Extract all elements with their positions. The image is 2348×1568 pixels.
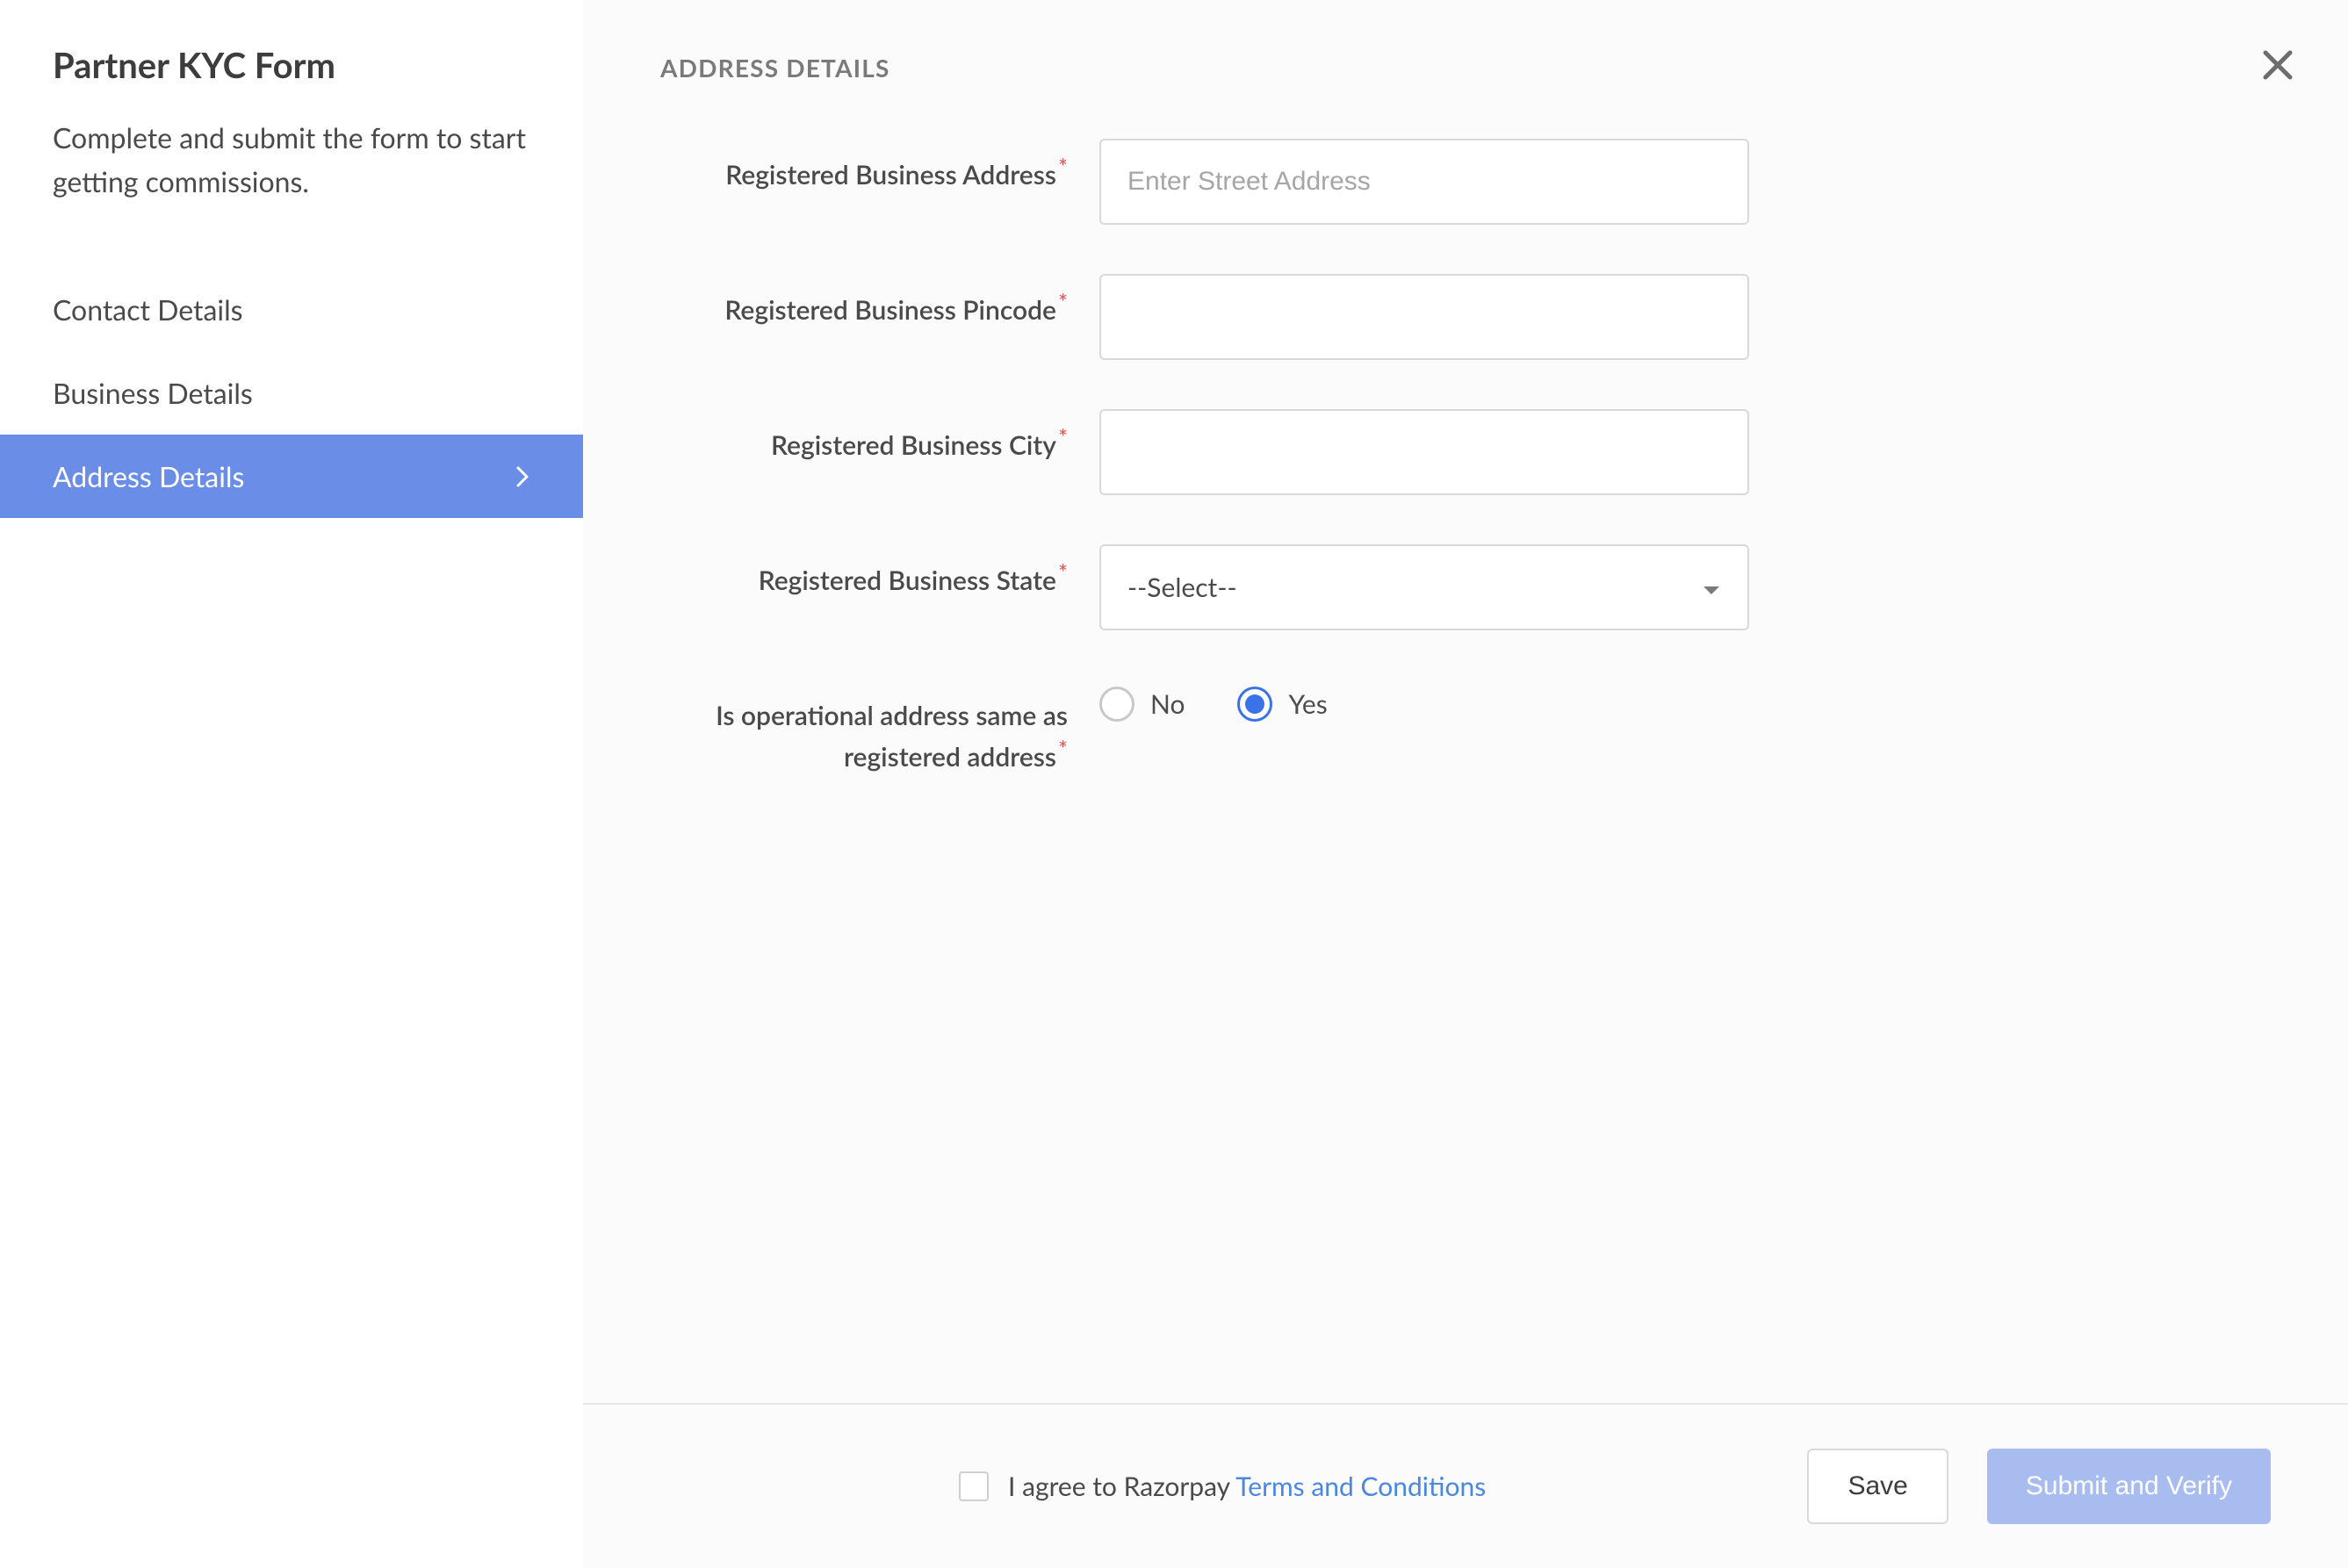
close-icon bbox=[2260, 47, 2295, 83]
sidebar-header: Partner KYC Form Complete and submit the… bbox=[0, 44, 583, 248]
field-control-wrap bbox=[1099, 274, 1749, 360]
field-label: Is operational address same as registere… bbox=[716, 700, 1068, 773]
field-label-wrap: Registered Business Address* bbox=[660, 139, 1099, 196]
sidebar-item-address-details[interactable]: Address Details bbox=[0, 435, 583, 518]
city-input[interactable] bbox=[1099, 409, 1749, 495]
section-title: ADDRESS DETAILS bbox=[660, 53, 890, 83]
page-subtitle: Complete and submit the form to start ge… bbox=[53, 116, 527, 203]
sidebar-item-business-details[interactable]: Business Details bbox=[0, 351, 583, 435]
agree-text: I agree to Razorpay Terms and Conditions bbox=[1008, 1471, 1486, 1502]
field-label-wrap: Is operational address same as registere… bbox=[660, 680, 1099, 777]
radio-icon bbox=[1099, 687, 1134, 722]
field-control-wrap bbox=[1099, 409, 1749, 495]
radio-dot-icon bbox=[1245, 694, 1264, 714]
footer-bar: I agree to Razorpay Terms and Conditions… bbox=[583, 1403, 2348, 1568]
sidebar: Partner KYC Form Complete and submit the… bbox=[0, 0, 583, 1568]
field-control-wrap: --Select-- bbox=[1099, 544, 1749, 630]
required-asterisk: * bbox=[1058, 423, 1068, 451]
field-row-address: Registered Business Address* bbox=[660, 139, 2271, 225]
save-button[interactable]: Save bbox=[1807, 1449, 1948, 1524]
radio-group-same-address: No Yes bbox=[1099, 680, 1749, 722]
field-label: Registered Business Pincode bbox=[724, 294, 1056, 326]
state-select[interactable]: --Select-- bbox=[1099, 544, 1749, 630]
field-row-city: Registered Business City* bbox=[660, 409, 2271, 495]
chevron-down-icon bbox=[1702, 572, 1721, 603]
required-asterisk: * bbox=[1058, 558, 1068, 586]
sidebar-item-label: Business Details bbox=[53, 376, 253, 410]
field-control-wrap bbox=[1099, 139, 1749, 225]
address-input[interactable] bbox=[1099, 139, 1749, 225]
required-asterisk: * bbox=[1058, 153, 1068, 181]
field-label: Registered Business Address bbox=[725, 159, 1056, 191]
field-row-same-address: Is operational address same as registere… bbox=[660, 680, 2271, 777]
radio-icon bbox=[1237, 687, 1272, 722]
form-area: Registered Business Address* Registered … bbox=[583, 86, 2348, 1403]
sidebar-item-label: Contact Details bbox=[53, 292, 243, 327]
field-row-state: Registered Business State* --Select-- bbox=[660, 544, 2271, 630]
chevron-right-icon bbox=[515, 469, 530, 485]
pincode-input[interactable] bbox=[1099, 274, 1749, 360]
required-asterisk: * bbox=[1058, 288, 1068, 316]
select-value: --Select-- bbox=[1127, 572, 1237, 603]
radio-label: Yes bbox=[1288, 688, 1327, 720]
main-header: ADDRESS DETAILS bbox=[583, 0, 2348, 86]
main-panel: ADDRESS DETAILS Registered Business Addr… bbox=[583, 0, 2348, 1568]
app-root: Partner KYC Form Complete and submit the… bbox=[0, 0, 2348, 1568]
submit-verify-button[interactable]: Submit and Verify bbox=[1987, 1449, 2271, 1524]
required-asterisk: * bbox=[1058, 735, 1068, 763]
page-title: Partner KYC Form bbox=[53, 44, 530, 86]
field-control-wrap: No Yes bbox=[1099, 680, 1749, 722]
field-label: Registered Business City bbox=[771, 429, 1056, 461]
terms-link[interactable]: Terms and Conditions bbox=[1235, 1471, 1486, 1502]
field-label-wrap: Registered Business State* bbox=[660, 544, 1099, 601]
agree-checkbox[interactable] bbox=[959, 1471, 989, 1501]
field-label-wrap: Registered Business Pincode* bbox=[660, 274, 1099, 331]
field-label: Registered Business State bbox=[759, 565, 1056, 596]
radio-option-yes[interactable]: Yes bbox=[1237, 687, 1327, 722]
sidebar-item-contact-details[interactable]: Contact Details bbox=[0, 268, 583, 351]
sidebar-item-label: Address Details bbox=[53, 459, 244, 493]
radio-label: No bbox=[1150, 688, 1185, 720]
agree-prefix: I agree to Razorpay bbox=[1008, 1471, 1235, 1502]
close-button[interactable] bbox=[2257, 44, 2299, 86]
agree-wrap: I agree to Razorpay Terms and Conditions bbox=[959, 1471, 1486, 1502]
field-row-pincode: Registered Business Pincode* bbox=[660, 274, 2271, 360]
field-label-wrap: Registered Business City* bbox=[660, 409, 1099, 466]
radio-option-no[interactable]: No bbox=[1099, 687, 1185, 722]
sidebar-nav: Contact Details Business Details Address… bbox=[0, 268, 583, 518]
